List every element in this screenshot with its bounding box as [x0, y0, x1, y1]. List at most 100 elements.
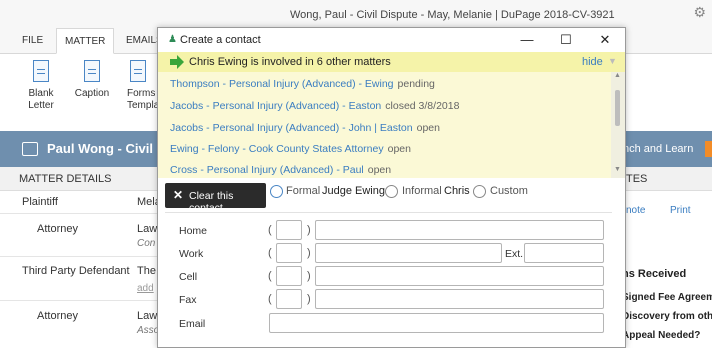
document-icon: [33, 60, 49, 82]
matter-link[interactable]: Jacobs - Personal Injury (Advanced) - Ea…: [170, 100, 381, 112]
matter-status: open: [387, 143, 411, 155]
informal-radio[interactable]: [385, 185, 398, 198]
attorney-value[interactable]: Law: [137, 223, 157, 235]
divider: [0, 300, 160, 301]
maximize-button[interactable]: ☐: [551, 30, 581, 50]
scrollbar-thumb[interactable]: [615, 90, 620, 126]
matter-status: pending: [397, 78, 435, 90]
clear-contact-button[interactable]: ✕ Clear this contact: [165, 183, 266, 214]
notes-panel: TES note Print ns Received Signed Fee Ag…: [622, 167, 712, 348]
home-label: Home: [179, 225, 208, 237]
dialog-title: Create a contact: [180, 34, 261, 46]
paren-open: (: [268, 293, 272, 305]
dialog-titlebar: ♟ Create a contact — ☐ ✕: [158, 28, 625, 52]
close-button[interactable]: ✕: [590, 30, 620, 50]
work-phone-input[interactable]: [315, 243, 502, 263]
ext-label: Ext.: [505, 248, 524, 260]
forms-templates-button[interactable]: Forms Templa: [127, 60, 161, 112]
print-link[interactable]: Print: [670, 205, 691, 216]
document-icon: [84, 60, 100, 82]
paren-close: ): [307, 270, 311, 282]
role-attorney: Attorney: [37, 223, 78, 235]
tab-file[interactable]: FILE: [14, 28, 51, 54]
attorney-2-company: Asso: [137, 325, 160, 336]
contact-name: Paul Wong - Civil D: [47, 141, 166, 156]
fax-area-code-input[interactable]: [276, 289, 302, 309]
arrow-right-icon-head: [177, 55, 184, 69]
orange-tab[interactable]: [705, 141, 712, 157]
work-ext-input[interactable]: [524, 243, 604, 263]
scroll-down-icon[interactable]: ▼: [614, 166, 621, 173]
caption-label: Caption: [74, 88, 110, 99]
documents-received-title: ns Received: [622, 268, 687, 280]
lunch-and-learn-link[interactable]: nch and Learn: [623, 143, 693, 155]
blank-letter-button[interactable]: Blank Letter: [20, 60, 62, 112]
formal-label: Formal: [286, 185, 321, 197]
matter-link[interactable]: Cross - Personal Injury (Advanced) - Pau…: [170, 164, 364, 176]
fax-phone-input[interactable]: [315, 289, 604, 309]
blank-letter-label-1: Blank: [28, 88, 54, 99]
matters-notice: Chris Ewing is involved in 6 other matte…: [158, 52, 625, 72]
arrow-right-icon: [170, 59, 177, 65]
role-third-party-defendant: Third Party Defendant: [22, 265, 130, 277]
checklist-item[interactable]: Signed Fee Agreem: [622, 292, 712, 303]
scroll-up-icon[interactable]: ▲: [614, 72, 621, 79]
home-area-code-input[interactable]: [276, 220, 302, 240]
matter-status: open: [416, 122, 440, 134]
email-field[interactable]: [269, 313, 604, 333]
chevron-down-icon[interactable]: ▼: [608, 56, 617, 66]
matter-details-heading: MATTER DETAILS: [0, 167, 160, 191]
notes-heading: TES: [622, 167, 712, 191]
matter-status: closed 3/8/2018: [385, 100, 460, 112]
custom-radio[interactable]: [473, 185, 486, 198]
cell-phone-input[interactable]: [315, 266, 604, 286]
matter-link[interactable]: Jacobs - Personal Injury (Advanced) - Jo…: [170, 122, 413, 134]
informal-label: Informal: [402, 185, 442, 197]
paren-close: ): [307, 293, 311, 305]
work-label: Work: [179, 248, 204, 260]
gear-icon[interactable]: ⚙: [693, 4, 706, 21]
add-link[interactable]: add: [137, 283, 154, 294]
paren-open: (: [268, 224, 272, 236]
attorney-2-value[interactable]: Law: [137, 310, 157, 322]
matter-link[interactable]: Thompson - Personal Injury (Advanced) - …: [170, 78, 394, 90]
formal-value: Judge Ewing: [322, 185, 385, 197]
paren-open: (: [268, 247, 272, 259]
divider: [0, 256, 160, 257]
paren-close: ): [307, 247, 311, 259]
home-phone-input[interactable]: [315, 220, 604, 240]
checklist-item[interactable]: Appeal Needed?: [622, 330, 700, 341]
minimize-button[interactable]: —: [512, 30, 542, 50]
fax-label: Fax: [179, 294, 197, 306]
matter-details-panel: MATTER DETAILS Plaintiff Mela Attorney L…: [0, 167, 161, 348]
window-title: Wong, Paul - Civil Dispute - May, Melani…: [290, 9, 615, 21]
third-party-value[interactable]: The: [137, 265, 156, 277]
divider: [0, 213, 160, 214]
formal-radio[interactable]: [270, 185, 283, 198]
attorney-company: Con: [137, 238, 156, 249]
create-contact-dialog: ♟ Create a contact — ☐ ✕ Chris Ewing is …: [157, 27, 626, 348]
informal-value: Chris: [444, 185, 470, 197]
add-note-link[interactable]: note: [626, 205, 645, 216]
checklist-item[interactable]: Discovery from oth: [622, 311, 712, 322]
list-item: Thompson - Personal Injury (Advanced) - …: [170, 78, 435, 90]
document-icon: [130, 60, 146, 82]
matters-scrollbar[interactable]: ▲ ▼: [611, 72, 625, 178]
close-icon: ✕: [173, 188, 184, 202]
matter-status: open: [367, 164, 392, 176]
custom-label: Custom: [490, 185, 528, 197]
notice-text: Chris Ewing is involved in 6 other matte…: [189, 56, 391, 68]
matter-link[interactable]: Ewing - Felony - Cook County States Atto…: [170, 143, 384, 155]
list-item: Jacobs - Personal Injury (Advanced) - Ea…: [170, 100, 459, 112]
paren-open: (: [268, 270, 272, 282]
divider: [165, 212, 612, 213]
tab-matter[interactable]: MATTER: [56, 28, 115, 54]
work-area-code-input[interactable]: [276, 243, 302, 263]
contact-card-icon: [22, 142, 38, 156]
hide-link[interactable]: hide: [582, 56, 603, 68]
caption-button[interactable]: Caption: [70, 60, 114, 100]
blank-letter-label-2: Letter: [28, 100, 54, 111]
cell-area-code-input[interactable]: [276, 266, 302, 286]
list-item: Jacobs - Personal Injury (Advanced) - Jo…: [170, 122, 440, 134]
forms-label-1: Forms: [127, 88, 156, 99]
